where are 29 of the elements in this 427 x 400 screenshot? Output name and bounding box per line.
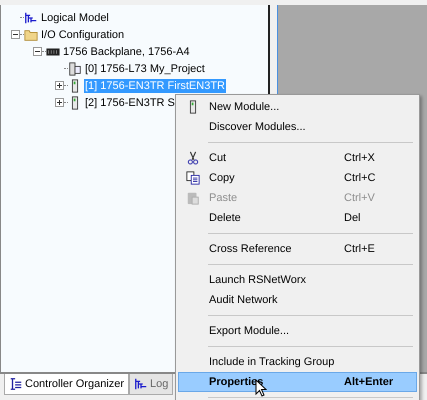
controller-module-icon: [68, 62, 82, 76]
paste-icon: [186, 191, 200, 205]
menu-item[interactable]: Discover Modules...: [178, 117, 417, 137]
tree-item[interactable]: 1756 Backplane, 1756-A4: [62, 44, 191, 58]
scissors-icon: [186, 151, 200, 165]
organizer-tab[interactable]: Controller Organizer: [4, 374, 130, 395]
menu-item[interactable]: Audit Network: [178, 290, 417, 310]
menu-item[interactable]: New Module...: [178, 97, 417, 117]
copy-icon: [186, 171, 200, 185]
expand-icon[interactable]: [55, 98, 64, 107]
menu-item[interactable]: Copy Ctrl+C: [178, 168, 417, 188]
expand-icon[interactable]: [55, 81, 64, 90]
organizer-icon: [9, 377, 23, 391]
hierarchy-icon: [134, 377, 148, 391]
hierarchy-icon: [24, 10, 38, 24]
tree-item[interactable]: [2] 1756-EN3TR S: [84, 96, 176, 110]
menu-item[interactable]: Cut Ctrl+X: [178, 148, 417, 168]
tree-item[interactable]: Logical Model: [40, 10, 110, 24]
organizer-tab[interactable]: Log: [129, 374, 174, 395]
tree-item[interactable]: I/O Configuration: [40, 28, 126, 42]
collapse-icon[interactable]: [33, 47, 42, 56]
menu-item[interactable]: Launch RSNetWorx: [178, 270, 417, 290]
menu-item[interactable]: Delete Del: [178, 208, 417, 228]
menu-item[interactable]: Export Module...: [178, 321, 417, 341]
menu-item[interactable]: Cross Reference Ctrl+E: [178, 239, 417, 259]
folder-icon: [24, 28, 38, 42]
collapse-icon[interactable]: [11, 30, 20, 39]
tree-item[interactable]: [0] 1756-L73 My_Project: [84, 62, 206, 76]
menu-item[interactable]: Include in Tracking Group: [178, 352, 417, 372]
